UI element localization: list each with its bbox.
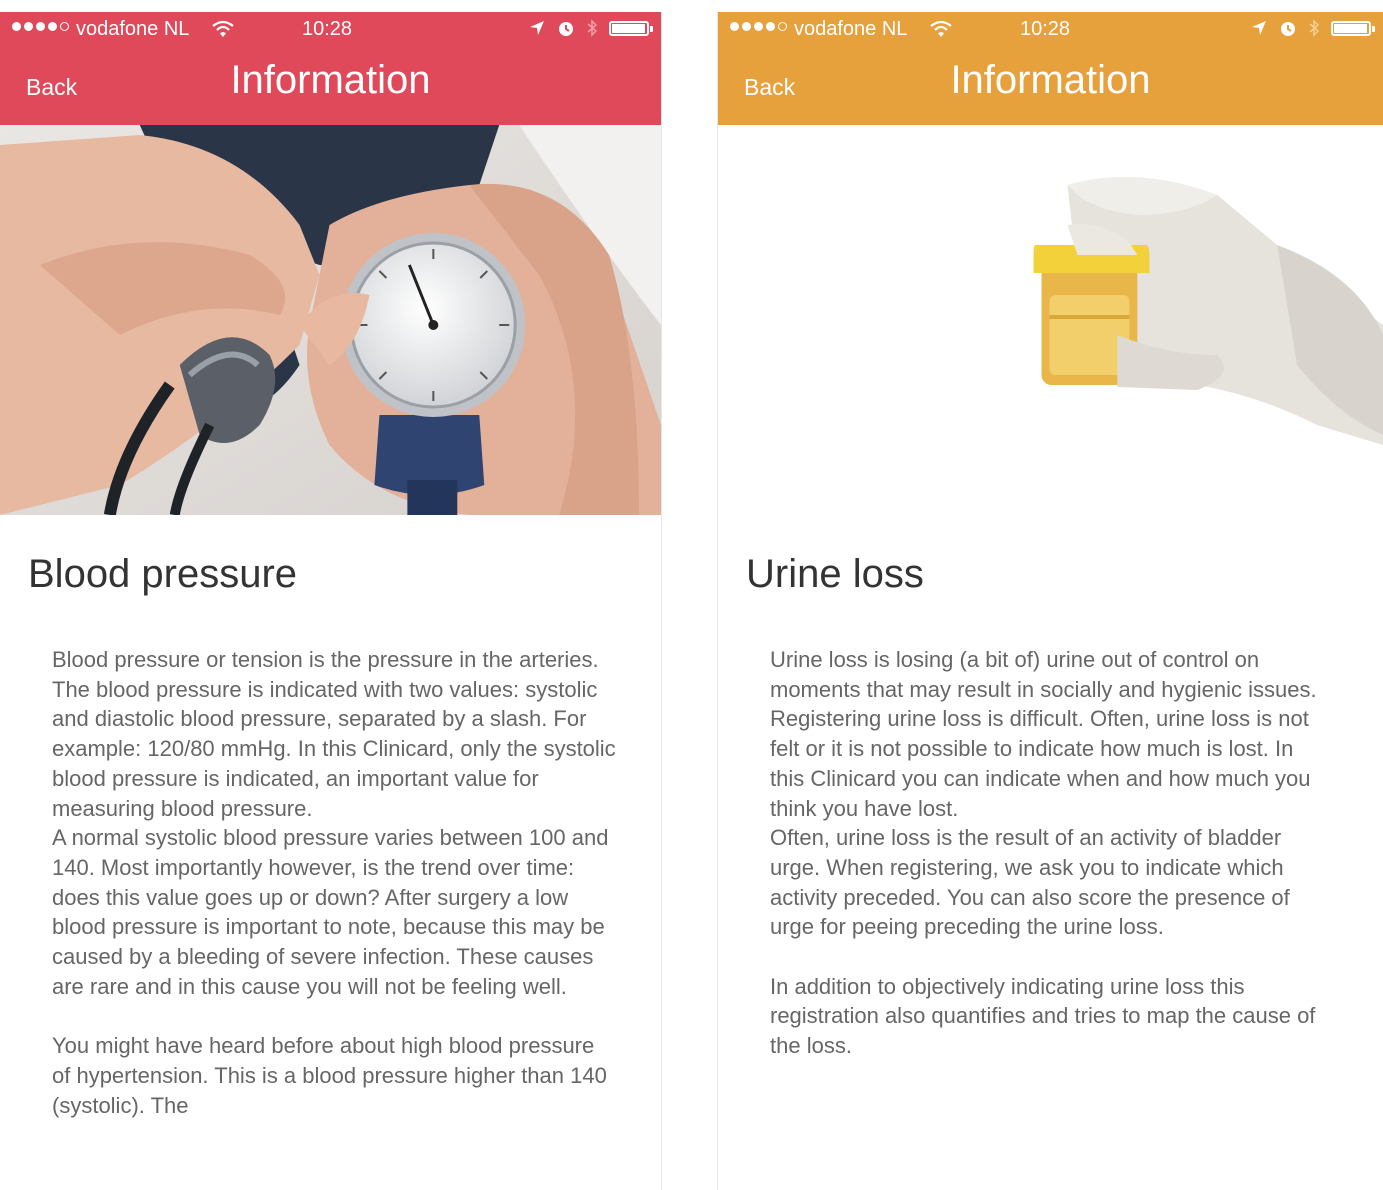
- nav-title: Information: [230, 58, 431, 102]
- status-bar: vodafone NL 10:28: [718, 12, 1383, 48]
- bluetooth-icon: [587, 19, 597, 37]
- navigation-bar: vodafone NL 10:28 Back Information: [718, 12, 1383, 125]
- wifi-icon: [212, 20, 234, 37]
- page-heading: Blood pressure: [28, 552, 298, 596]
- carrier-name: vodafone NL: [76, 18, 190, 40]
- urine-sample-photo: [718, 125, 1383, 515]
- location-arrow-icon: [530, 21, 544, 35]
- urine-loss-screen: vodafone NL 10:28 Back Information Urine…: [717, 12, 1383, 1190]
- status-time: 10:28: [302, 18, 353, 40]
- paragraph: In addition to objectively indicating ur…: [770, 973, 1316, 1059]
- bluetooth-icon: [1309, 19, 1319, 37]
- article-body: Urine loss is losing (a bit of) urine ou…: [770, 645, 1330, 1061]
- alarm-icon: [559, 22, 573, 36]
- location-arrow-icon: [1252, 21, 1266, 35]
- paragraph: Blood pressure or tension is the pressur…: [52, 647, 616, 821]
- nav-title: Information: [950, 58, 1151, 102]
- paragraph: You might have heard before about high b…: [52, 1033, 607, 1118]
- wifi-icon: [930, 20, 952, 37]
- paragraph: Often, urine loss is the result of an ac…: [770, 825, 1290, 940]
- alarm-icon: [1281, 22, 1295, 36]
- signal-strength-icon: [730, 22, 787, 31]
- article-body: Blood pressure or tension is the pressur…: [52, 645, 617, 1120]
- paragraph: A normal systolic blood pressure varies …: [52, 825, 609, 999]
- carrier-name: vodafone NL: [794, 18, 908, 40]
- battery-icon: [609, 20, 653, 36]
- battery-icon: [1331, 20, 1375, 36]
- status-time: 10:28: [1020, 18, 1071, 40]
- blood-pressure-photo: [0, 125, 661, 515]
- status-bar: vodafone NL 10:28: [0, 12, 661, 48]
- paragraph: Urine loss is losing (a bit of) urine ou…: [770, 647, 1317, 821]
- blood-pressure-screen: vodafone NL 10:28 Back Information Blood…: [0, 12, 662, 1190]
- navigation-bar: vodafone NL 10:28 Back Information: [0, 12, 661, 125]
- page-heading: Urine loss: [746, 552, 924, 596]
- signal-strength-icon: [12, 22, 69, 31]
